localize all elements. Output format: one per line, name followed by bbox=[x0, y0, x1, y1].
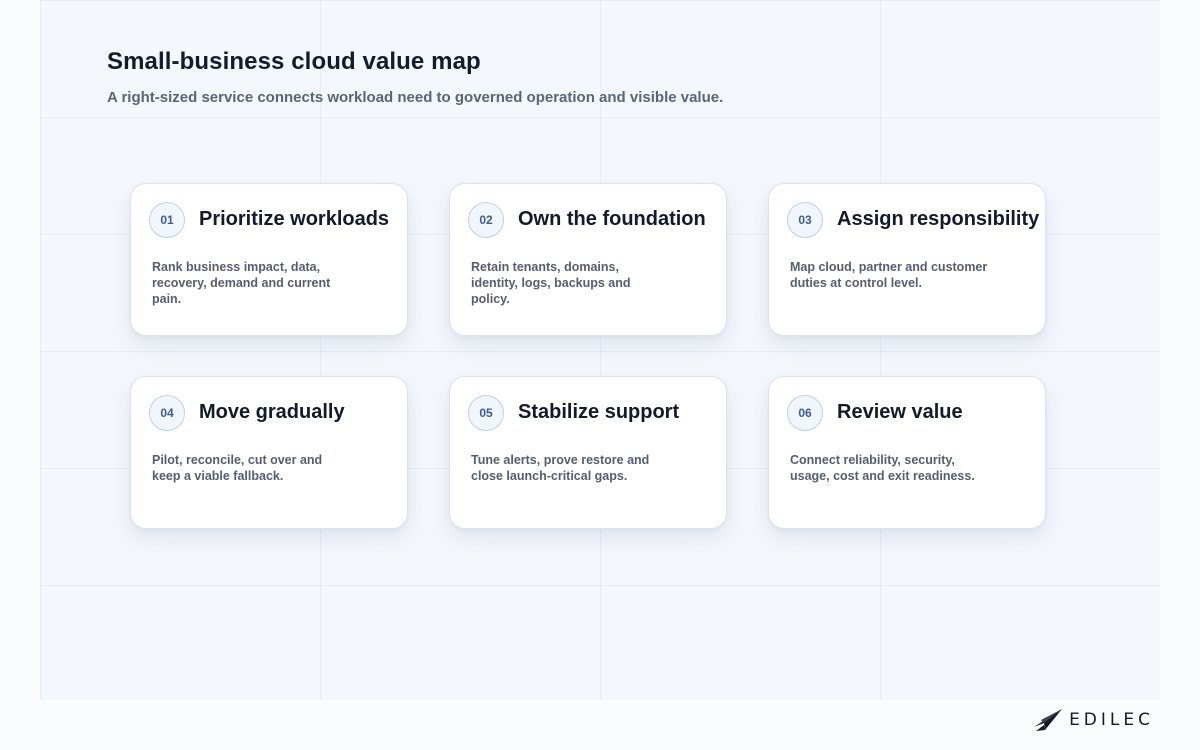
step-title: Assign responsibility bbox=[837, 208, 1040, 230]
step-title: Own the foundation bbox=[518, 208, 706, 230]
paper-plane-icon bbox=[1034, 709, 1063, 731]
step-number-badge: 01 bbox=[149, 202, 185, 238]
step-description: Retain tenants, domains, identity, logs,… bbox=[471, 260, 631, 306]
step-card-review-value: 06 Review value Connect reliability, sec… bbox=[768, 376, 1046, 529]
step-description: Map cloud, partner and customer duties a… bbox=[790, 260, 988, 290]
step-description: Rank business impact, data, recovery, de… bbox=[152, 260, 331, 306]
step-title: Move gradually bbox=[199, 401, 345, 423]
step-description: Connect reliability, security, usage, co… bbox=[790, 453, 975, 483]
step-number-badge: 02 bbox=[468, 202, 504, 238]
step-description: Pilot, reconcile, cut over and keep a vi… bbox=[152, 453, 323, 483]
step-number-badge: 03 bbox=[787, 202, 823, 238]
step-title: Prioritize workloads bbox=[199, 208, 390, 230]
brand-logo: EDILEC bbox=[1033, 708, 1154, 732]
step-title: Review value bbox=[837, 401, 963, 423]
step-number-badge: 04 bbox=[149, 395, 185, 431]
step-card-stabilize-support: 05 Stabilize support Tune alerts, prove … bbox=[449, 376, 727, 529]
page-subtitle: A right-sized service connects workload … bbox=[107, 89, 724, 106]
step-number-badge: 06 bbox=[787, 395, 823, 431]
brand-name: EDILEC bbox=[1069, 710, 1154, 730]
step-description: Tune alerts, prove restore and close lau… bbox=[471, 453, 650, 483]
step-card-own-the-foundation: 02 Own the foundation Retain tenants, do… bbox=[449, 183, 727, 336]
step-card-move-gradually: 04 Move gradually Pilot, reconcile, cut … bbox=[130, 376, 408, 529]
step-card-prioritize-workloads: 01 Prioritize workloads Rank business im… bbox=[130, 183, 408, 336]
step-number-badge: 05 bbox=[468, 395, 504, 431]
page-title: Small-business cloud value map bbox=[107, 48, 481, 75]
step-title: Stabilize support bbox=[518, 401, 680, 423]
step-card-assign-responsibility: 03 Assign responsibility Map cloud, part… bbox=[768, 183, 1046, 336]
